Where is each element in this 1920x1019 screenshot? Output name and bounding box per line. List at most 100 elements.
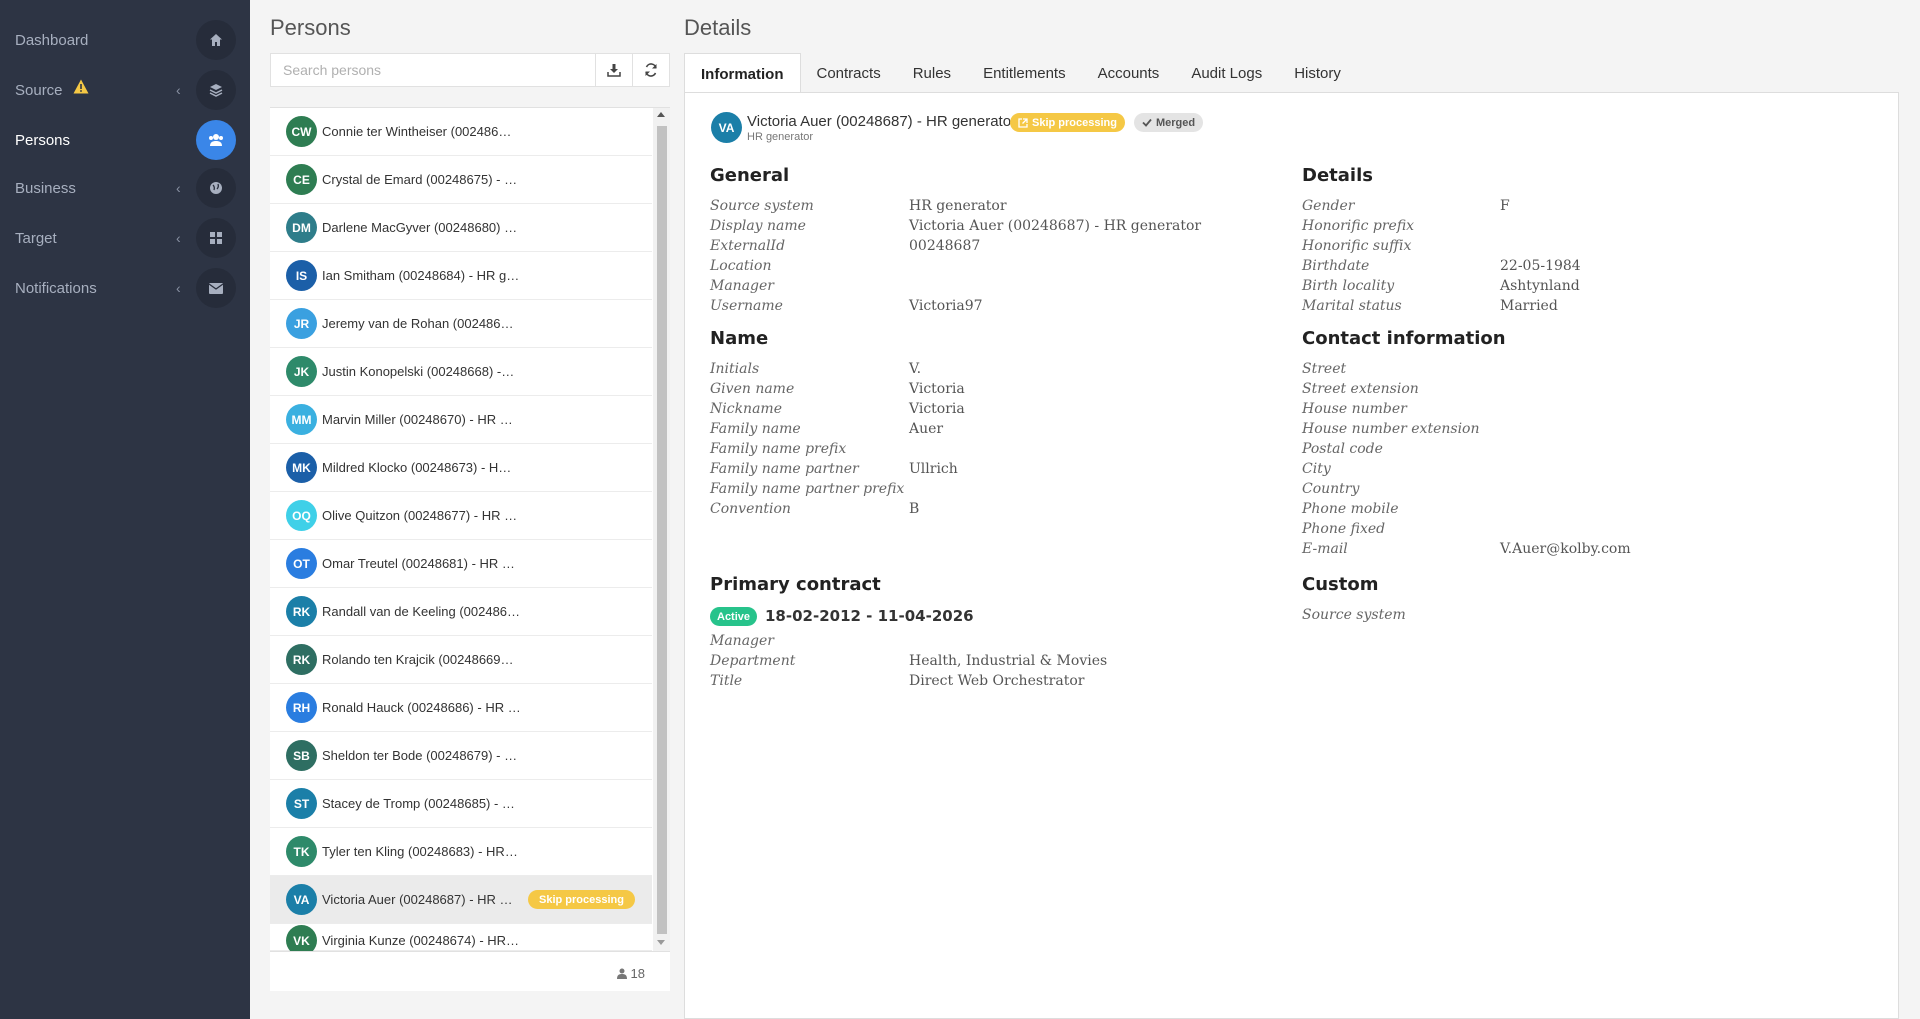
- nav-label: Business: [15, 179, 76, 197]
- list-item[interactable]: VK Virginia Kunze (00248674) - HR…: [270, 924, 652, 956]
- field-label: Department: [710, 653, 796, 669]
- avatar: VA: [711, 112, 742, 143]
- field-value: Ullrich: [909, 461, 958, 477]
- persons-list: CW Connie ter Wintheiser (002486… CE Cry…: [270, 107, 670, 991]
- avatar: JR: [286, 308, 317, 339]
- nav-business[interactable]: Business ‹: [0, 166, 250, 210]
- avatar: OT: [286, 548, 317, 579]
- field-label: Family name: [710, 421, 801, 437]
- tab-rules[interactable]: Rules: [897, 53, 967, 93]
- avatar: TK: [286, 836, 317, 867]
- search-bar: [270, 53, 670, 87]
- person-subtitle: HR generator: [747, 131, 814, 143]
- list-item[interactable]: CW Connie ter Wintheiser (002486…: [270, 108, 652, 156]
- list-item[interactable]: DM Darlene MacGyver (00248680) …: [270, 204, 652, 252]
- list-item[interactable]: JR Jeremy van de Rohan (002486…: [270, 300, 652, 348]
- field-label: ExternalId: [710, 238, 786, 254]
- field-label: Source system: [1302, 607, 1406, 623]
- tab-accounts[interactable]: Accounts: [1082, 53, 1176, 93]
- envelope-icon: [196, 268, 236, 308]
- list-item[interactable]: RH Ronald Hauck (00248686) - HR …: [270, 684, 652, 732]
- list-item[interactable]: CE Crystal de Emard (00248675) - …: [270, 156, 652, 204]
- details-panel: VA Victoria Auer (00248687) - HR generat…: [684, 92, 1899, 1019]
- field-label: Honorific suffix: [1302, 238, 1412, 254]
- tab-history[interactable]: History: [1278, 53, 1357, 93]
- tab-entitlements[interactable]: Entitlements: [967, 53, 1082, 93]
- field-label: Location: [710, 258, 772, 274]
- persons-title: Persons: [270, 15, 351, 40]
- section-custom-title: Custom: [1302, 574, 1379, 595]
- nav-label: Source: [15, 81, 63, 99]
- scroll-up-icon[interactable]: [657, 112, 665, 117]
- field-label: Username: [710, 298, 783, 314]
- field-label: Birthdate: [1302, 258, 1370, 274]
- chevron-left-icon: ‹: [176, 82, 181, 98]
- avatar: MM: [286, 404, 317, 435]
- tab-contracts[interactable]: Contracts: [801, 53, 897, 93]
- list-item[interactable]: OQ Olive Quitzon (00248677) - HR …: [270, 492, 652, 540]
- field-value: Married: [1500, 298, 1558, 314]
- person-name: Jeremy van de Rohan (002486…: [322, 316, 514, 331]
- avatar: DM: [286, 212, 317, 243]
- field-label: Given name: [710, 381, 795, 397]
- layers-icon: [196, 70, 236, 110]
- avatar: RK: [286, 596, 317, 627]
- field-value: HR generator: [909, 198, 1007, 214]
- download-button[interactable]: [595, 54, 632, 86]
- nav-persons[interactable]: Persons: [0, 118, 250, 162]
- field-label: Source system: [710, 198, 814, 214]
- field-value: Victoria: [909, 381, 965, 397]
- field-label: Honorific prefix: [1302, 218, 1415, 234]
- person-name: Ronald Hauck (00248686) - HR …: [322, 700, 521, 715]
- section-contract-title: Primary contract: [710, 574, 881, 595]
- section-contact-title: Contact information: [1302, 328, 1506, 349]
- tab-audit-logs[interactable]: Audit Logs: [1175, 53, 1278, 93]
- field-label: Street: [1302, 361, 1347, 377]
- refresh-icon: [645, 63, 657, 77]
- list-item[interactable]: ST Stacey de Tromp (00248685) - …: [270, 780, 652, 828]
- merged-label: Merged: [1156, 116, 1196, 129]
- tab-information[interactable]: Information: [684, 53, 801, 93]
- list-item[interactable]: IS Ian Smitham (00248684) - HR g…: [270, 252, 652, 300]
- list-scrollbar[interactable]: [653, 108, 670, 951]
- field-label: House number: [1302, 401, 1407, 417]
- list-item[interactable]: OT Omar Treutel (00248681) - HR …: [270, 540, 652, 588]
- field-label: Initials: [710, 361, 760, 377]
- person-name: Mildred Klocko (00248673) - H…: [322, 460, 512, 475]
- nav-source[interactable]: Source ‹: [0, 68, 250, 112]
- list-item-selected[interactable]: VA Victoria Auer (00248687) - HR … Skip …: [270, 876, 652, 924]
- person-count-value: 18: [630, 966, 645, 981]
- refresh-button[interactable]: [632, 54, 669, 86]
- field-label: Birth locality: [1302, 278, 1395, 294]
- field-value: B: [909, 501, 920, 517]
- grid-icon: [196, 218, 236, 258]
- search-input[interactable]: [271, 54, 595, 86]
- chevron-left-icon: ‹: [176, 180, 181, 196]
- list-item[interactable]: MK Mildred Klocko (00248673) - H…: [270, 444, 652, 492]
- avatar: IS: [286, 260, 317, 291]
- field-label: Family name partner: [710, 461, 859, 477]
- avatar: JK: [286, 356, 317, 387]
- person-count: 18: [616, 966, 645, 981]
- section-details-title: Details: [1302, 165, 1373, 186]
- nav-dashboard[interactable]: Dashboard: [0, 18, 250, 62]
- field-label: Family name partner prefix: [710, 481, 905, 497]
- field-label: House number extension: [1302, 421, 1480, 437]
- field-value: F: [1500, 198, 1510, 214]
- person-name: Virginia Kunze (00248674) - HR…: [322, 933, 520, 948]
- list-item[interactable]: MM Marvin Miller (00248670) - HR …: [270, 396, 652, 444]
- list-item[interactable]: JK Justin Konopelski (00248668) -…: [270, 348, 652, 396]
- list-item[interactable]: SB Sheldon ter Bode (00248679) - …: [270, 732, 652, 780]
- avatar: CE: [286, 164, 317, 195]
- section-name-title: Name: [710, 328, 769, 349]
- list-item[interactable]: TK Tyler ten Kling (00248683) - HR…: [270, 828, 652, 876]
- nav-notifications[interactable]: Notifications ‹: [0, 266, 250, 310]
- list-item[interactable]: RK Randall van de Keeling (002486…: [270, 588, 652, 636]
- field-label: Title: [710, 673, 743, 689]
- field-label: E-mail: [1302, 541, 1348, 557]
- nav-label: Dashboard: [15, 31, 89, 49]
- scroll-down-icon[interactable]: [657, 940, 665, 945]
- scroll-thumb[interactable]: [657, 126, 667, 934]
- list-item[interactable]: RK Rolando ten Krajcik (00248669…: [270, 636, 652, 684]
- nav-target[interactable]: Target ‹: [0, 216, 250, 260]
